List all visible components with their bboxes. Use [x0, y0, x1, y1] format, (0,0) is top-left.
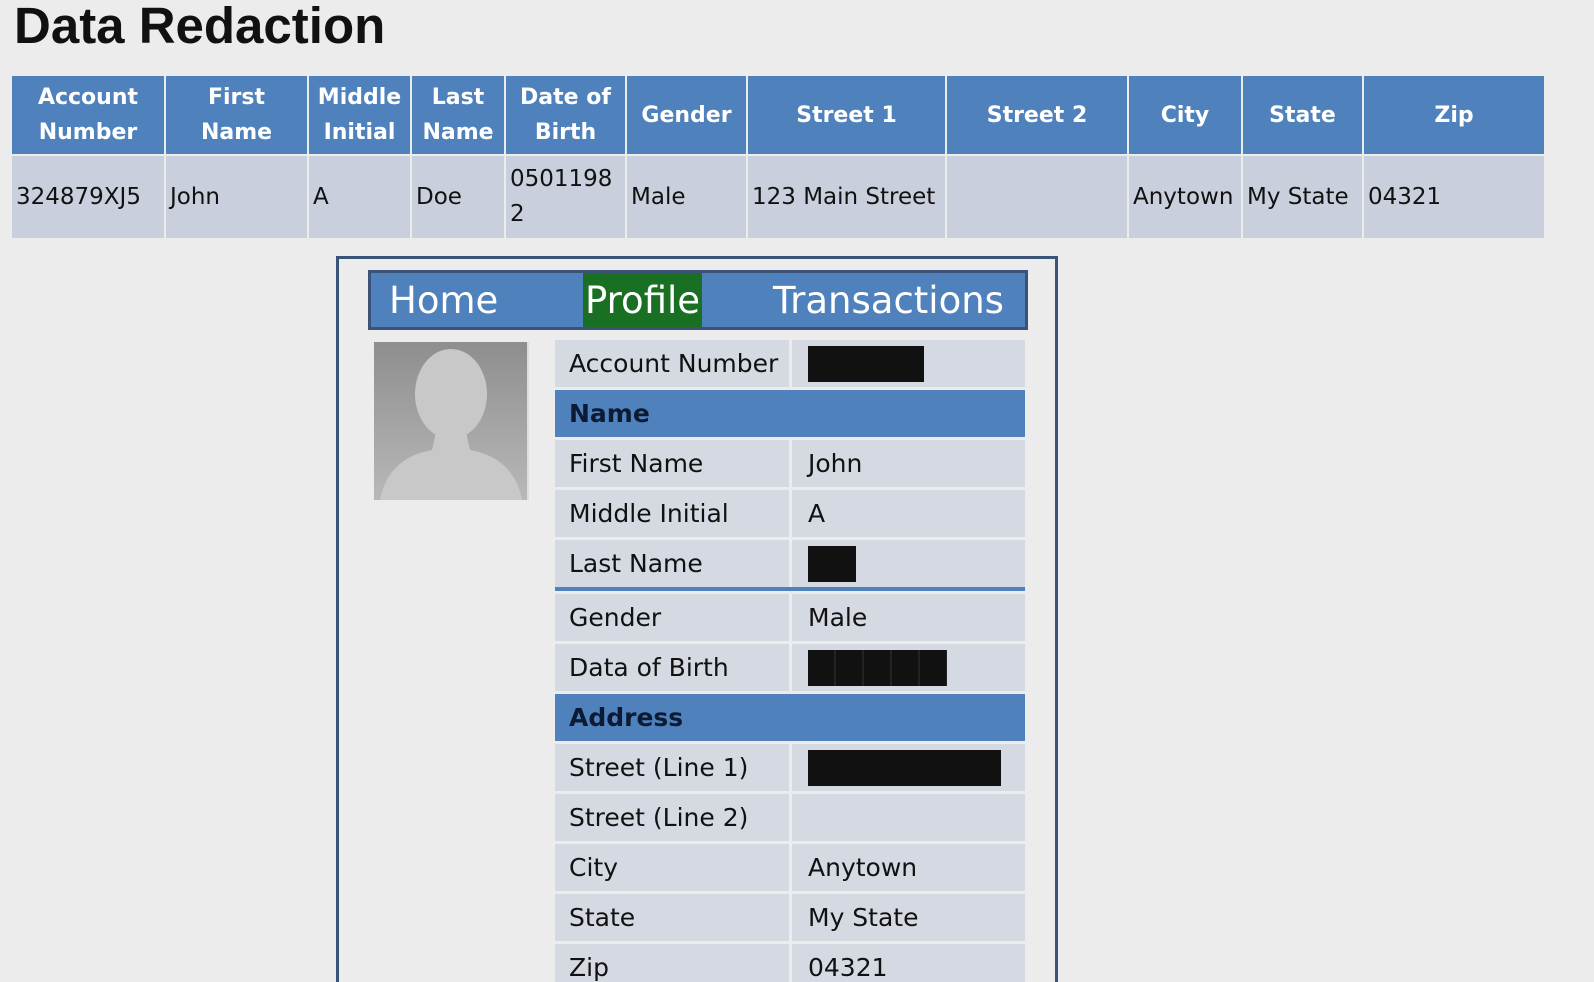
city-row: City Anytown — [555, 844, 1025, 891]
table-cell: Doe — [412, 156, 504, 238]
field-label: Street (Line 2) — [555, 794, 789, 841]
account-number-row: Account Number — [555, 340, 1025, 387]
redaction-bar — [808, 546, 856, 582]
field-label: First Name — [555, 440, 789, 487]
zip-row: Zip 04321 — [555, 944, 1025, 982]
nav-transactions[interactable]: Transactions — [773, 273, 1004, 327]
table-cell: Anytown — [1129, 156, 1241, 238]
table-cell: My State — [1243, 156, 1362, 238]
column-header: Account Number — [12, 76, 164, 154]
redaction-bar — [808, 750, 1001, 786]
table-cell: 05011982 — [506, 156, 625, 238]
profile-detail-table: Account Number Name First Name John Midd… — [555, 340, 1025, 982]
column-header: City — [1129, 76, 1241, 154]
field-value: Anytown — [792, 844, 1025, 891]
last-name-row: Last Name — [555, 540, 1025, 591]
column-header: Street 1 — [748, 76, 945, 154]
column-header: Zip — [1364, 76, 1544, 154]
profile-navbar: Home Profile Transactions — [368, 270, 1028, 330]
field-label: Middle Initial — [555, 490, 789, 537]
field-label: Last Name — [555, 540, 789, 587]
dob-value — [792, 644, 1025, 691]
nav-profile[interactable]: Profile — [583, 273, 703, 327]
column-header: Last Name — [412, 76, 504, 154]
street2-row: Street (Line 2) — [555, 794, 1025, 841]
page: Data Redaction Account Number First Name… — [0, 0, 1594, 982]
redaction-bar — [808, 346, 924, 382]
table-cell — [947, 156, 1127, 238]
table-cell: 123 Main Street — [748, 156, 945, 238]
field-label: Account Number — [555, 340, 789, 387]
middle-initial-row: Middle Initial A — [555, 490, 1025, 537]
first-name-row: First Name John — [555, 440, 1025, 487]
field-label: Data of Birth — [555, 644, 789, 691]
street1-value — [792, 744, 1025, 791]
redaction-bar — [808, 650, 947, 686]
avatar-silhouette — [380, 349, 522, 500]
field-value: Male — [792, 594, 1025, 641]
field-label: Zip — [555, 944, 789, 982]
field-value — [792, 794, 1025, 841]
nav-home[interactable]: Home — [389, 273, 498, 327]
column-header: State — [1243, 76, 1362, 154]
last-name-value — [792, 540, 1025, 587]
field-value: A — [792, 490, 1025, 537]
source-data-table: Account Number First Name Middle Initial… — [10, 74, 1546, 240]
table-cell: 324879XJ5 — [12, 156, 164, 238]
dob-row: Data of Birth — [555, 644, 1025, 691]
table-header-row: Account Number First Name Middle Initial… — [12, 76, 1544, 154]
table-cell: A — [309, 156, 410, 238]
field-label: City — [555, 844, 789, 891]
table-cell: Male — [627, 156, 746, 238]
column-header: Gender — [627, 76, 746, 154]
column-header: First Name — [166, 76, 307, 154]
column-header: Street 2 — [947, 76, 1127, 154]
field-label: Street (Line 1) — [555, 744, 789, 791]
table-row: 324879XJ5 John A Doe 05011982 Male 123 M… — [12, 156, 1544, 238]
field-value: 04321 — [792, 944, 1025, 982]
name-section-header: Name — [555, 390, 1025, 437]
account-number-value — [792, 340, 1025, 387]
state-row: State My State — [555, 894, 1025, 941]
page-title: Data Redaction — [14, 0, 386, 54]
column-header: Middle Initial — [309, 76, 410, 154]
table-cell: John — [166, 156, 307, 238]
field-label: Gender — [555, 594, 789, 641]
table-cell: 04321 — [1364, 156, 1544, 238]
field-label: State — [555, 894, 789, 941]
street1-row: Street (Line 1) — [555, 744, 1025, 791]
gender-row: Gender Male — [555, 594, 1025, 641]
field-value: My State — [792, 894, 1025, 941]
address-section-header: Address — [555, 694, 1025, 741]
person-silhouette-icon — [374, 342, 529, 500]
field-value: John — [792, 440, 1025, 487]
column-header: Date of Birth — [506, 76, 625, 154]
